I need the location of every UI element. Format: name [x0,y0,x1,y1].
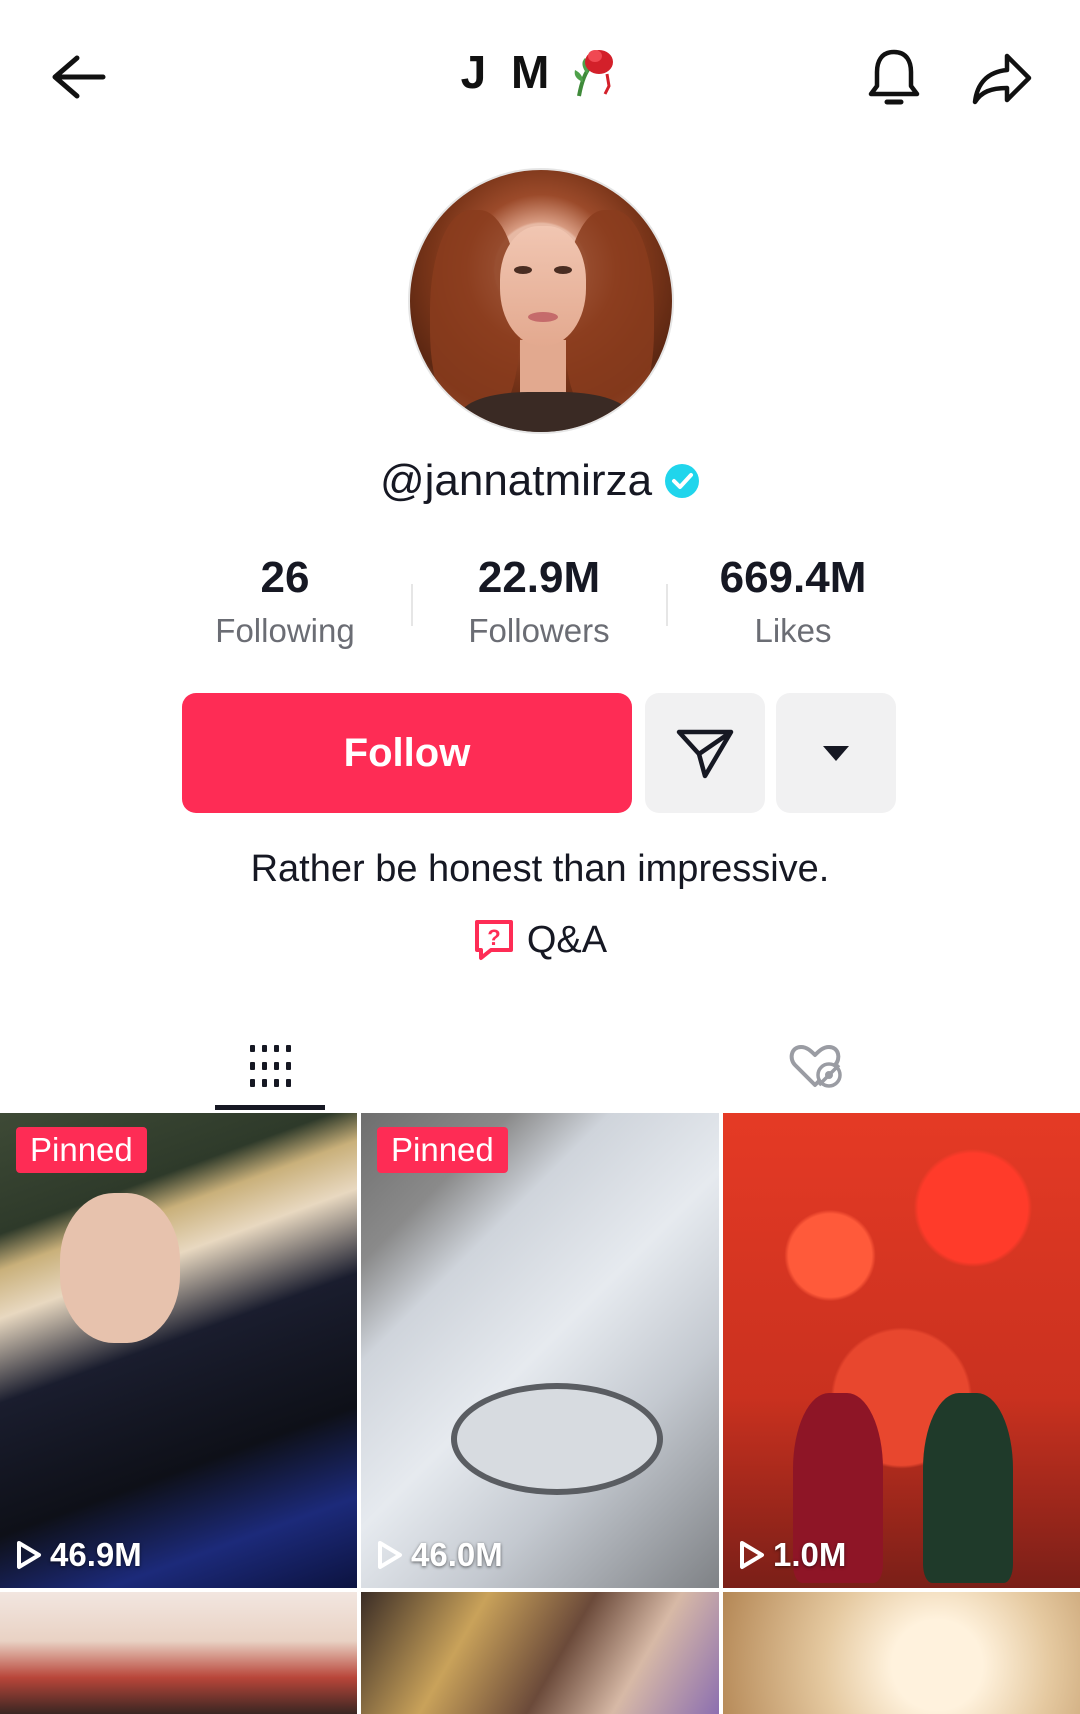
notifications-button[interactable] [856,40,932,116]
stat-label: Followers [468,612,610,649]
avatar-shirt [460,392,630,432]
play-icon [17,1541,41,1569]
message-button[interactable] [645,693,765,813]
share-arrow-icon [972,53,1032,105]
view-count: 1.0M [739,1536,846,1574]
stat-likes[interactable]: 669.4M Likes [683,550,903,650]
view-count-text: 46.9M [50,1536,142,1573]
top-bar: J M [0,0,1080,150]
video-thumbnail[interactable]: Pinned 46.9M [0,1113,357,1588]
bell-icon [868,49,920,105]
tab-liked[interactable] [760,1020,870,1112]
share-button[interactable] [964,40,1040,116]
play-icon [740,1541,764,1569]
liked-hidden-icon [789,1045,842,1088]
avatar[interactable] [408,168,674,434]
video-thumbnail[interactable] [0,1592,357,1714]
username-row: @jannatmirza [0,456,1080,506]
video-thumbnail[interactable] [361,1592,719,1714]
stat-divider [411,584,413,626]
page-title: J M [460,46,556,98]
video-thumbnail[interactable]: 1.0M [723,1113,1080,1588]
video-thumbnail[interactable]: Pinned 46.0M [361,1113,719,1588]
qa-label: Q&A [526,918,608,961]
stat-label: Likes [754,612,832,649]
thumbnail-person [923,1393,1013,1583]
verified-badge-icon [665,464,700,498]
avatar-lips [528,312,558,322]
follow-button[interactable]: Follow [182,693,632,813]
stat-value: 26 [260,553,310,602]
thumbnail-headlight [451,1383,663,1495]
stat-value: 669.4M [719,553,867,602]
active-tab-indicator [215,1105,325,1110]
pinned-badge: Pinned [16,1127,147,1173]
profile-bio: Rather be honest than impressive. [250,848,830,890]
more-options-button[interactable] [776,693,896,813]
avatar-face [500,226,586,346]
view-count-text: 46.0M [411,1536,503,1573]
stat-value: 22.9M [477,553,601,602]
view-count-text: 1.0M [773,1536,847,1573]
stat-divider [666,584,668,626]
avatar-eye [514,266,532,274]
view-count: 46.0M [377,1536,503,1574]
triangle-down-icon [823,746,849,761]
qa-link[interactable]: ? Q&A [0,918,1080,962]
stat-followers[interactable]: 22.9M Followers [429,550,649,650]
thumbnail-face [60,1193,180,1343]
stat-following[interactable]: 26 Following [175,550,395,650]
wilted-rose-icon [575,50,614,97]
pinned-badge: Pinned [377,1127,508,1173]
username: @jannatmirza [379,456,653,505]
stat-label: Following [215,612,355,649]
videos-grid-icon [250,1045,291,1087]
video-thumbnail[interactable] [723,1592,1080,1714]
avatar-eye [554,266,572,274]
view-count: 46.9M [16,1536,142,1574]
svg-text:?: ? [487,925,500,950]
send-icon [676,729,734,779]
play-icon [378,1541,402,1569]
qa-icon: ? [474,920,513,960]
tab-videos[interactable] [215,1020,325,1112]
